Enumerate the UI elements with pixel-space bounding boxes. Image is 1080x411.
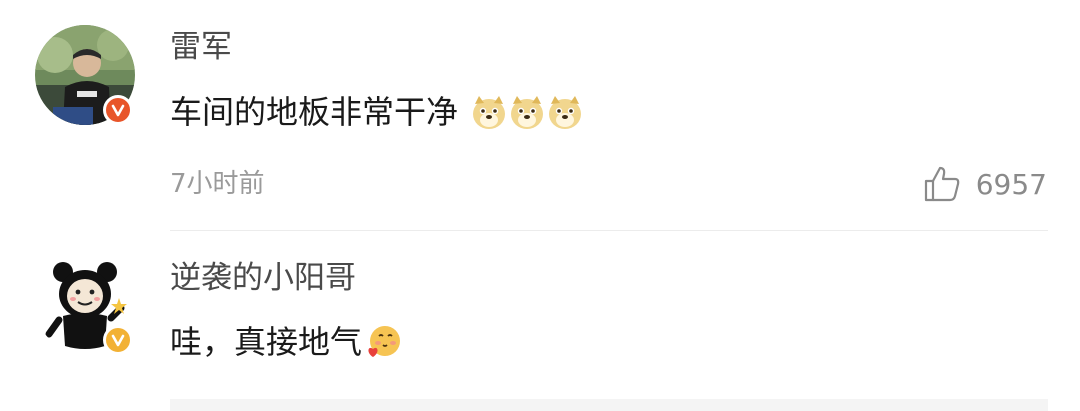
- comment-footer-strip: [170, 399, 1048, 411]
- timestamp: 7小时前: [170, 169, 265, 199]
- comment-text-row: 车间的地板非常干净: [170, 90, 582, 134]
- comment-text: 车间的地板非常干净: [170, 93, 459, 131]
- heart-emoji-icon: [368, 326, 401, 357]
- like-count: 6957: [975, 167, 1047, 201]
- doge-emoji-icon: [511, 96, 544, 129]
- thumbs-up-icon: [924, 166, 960, 202]
- username[interactable]: 逆袭的小阳哥: [170, 258, 356, 298]
- doge-emoji-icon: [473, 96, 506, 129]
- comment-text-row: 哇，真接地气: [170, 320, 402, 364]
- verified-badge-icon: [103, 95, 133, 125]
- divider: [170, 230, 1048, 231]
- like-button[interactable]: 6957: [922, 164, 1047, 204]
- comment-item: 雷军 车间的地板非常干净 7小时前 6957: [0, 0, 1080, 232]
- verified-badge-icon: [103, 325, 133, 355]
- username[interactable]: 雷军: [170, 27, 232, 67]
- comment-item: 逆袭的小阳哥 哇，真接地气: [0, 232, 1080, 411]
- doge-emoji-icon: [549, 96, 582, 129]
- comment-text: 哇，真接地气: [170, 323, 363, 361]
